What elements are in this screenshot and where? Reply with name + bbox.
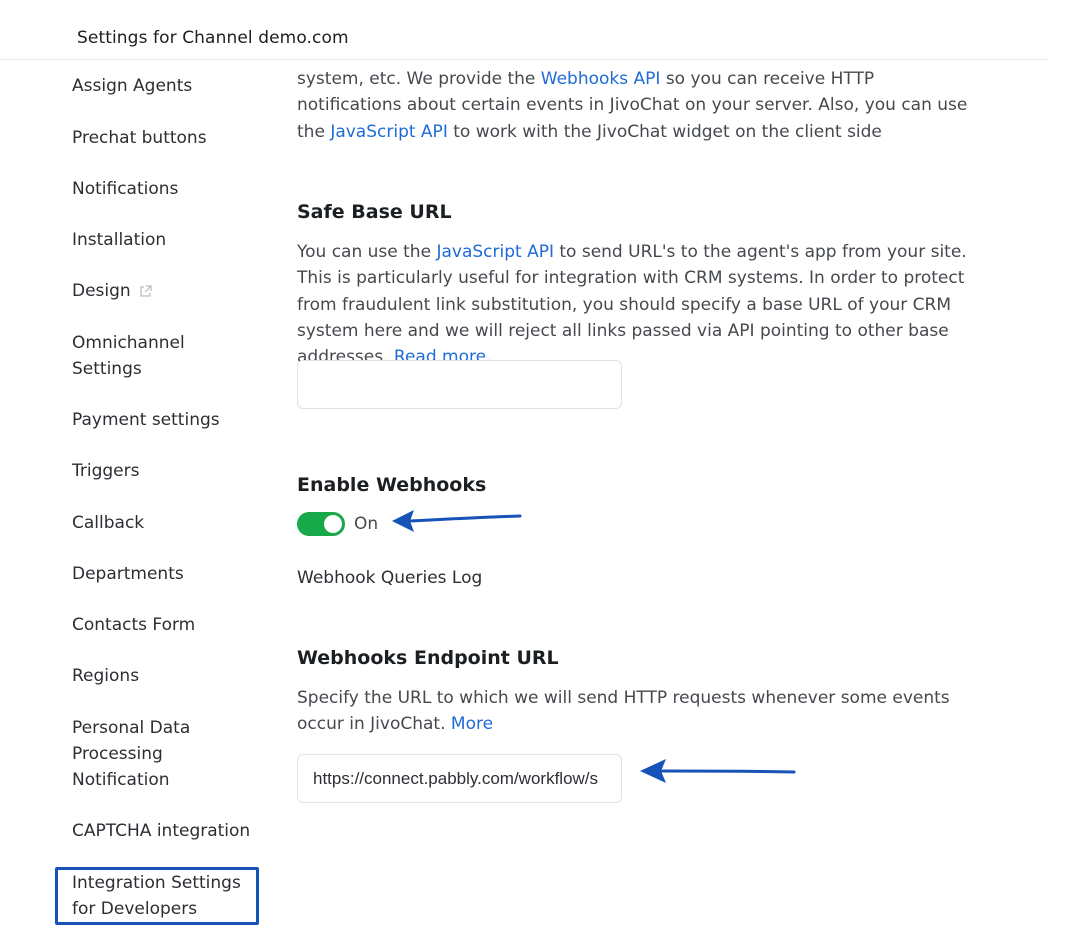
active-item-highlight [55, 867, 259, 925]
enable-webhooks-toggle[interactable] [297, 512, 345, 536]
sidebar-item-departments[interactable]: Departments [72, 561, 252, 587]
enable-webhooks-title: Enable Webhooks [297, 474, 487, 496]
more-link[interactable]: More [451, 714, 493, 734]
webhook-queries-log-link[interactable]: Webhook Queries Log [297, 566, 482, 590]
toggle-knob [324, 515, 342, 533]
sidebar-item-callback[interactable]: Callback [72, 510, 252, 536]
safe-base-url-description: You can use the JavaScript API to send U… [297, 239, 967, 370]
sidebar-item-contacts-form[interactable]: Contacts Form [72, 612, 252, 638]
webhooks-endpoint-url-input[interactable] [297, 754, 622, 803]
sidebar-item-prechat-buttons[interactable]: Prechat buttons [72, 125, 252, 151]
sidebar-item-captcha-integration[interactable]: CAPTCHA integration [72, 818, 252, 844]
javascript-api-link[interactable]: JavaScript API [436, 242, 554, 262]
javascript-api-link[interactable]: JavaScript API [330, 122, 448, 142]
sidebar-item-regions[interactable]: Regions [72, 663, 252, 689]
intro-paragraph: system, etc. We provide the Webhooks API… [297, 66, 977, 145]
sidebar-item-triggers[interactable]: Triggers [72, 458, 252, 484]
intro-text: system, etc. We provide the [297, 69, 541, 89]
settings-sidebar: Assign Agents Prechat buttons Notificati… [0, 60, 270, 930]
sidebar-item-design[interactable]: Design [72, 278, 252, 306]
sidebar-item-installation[interactable]: Installation [72, 227, 252, 253]
sidebar-item-omnichannel-settings[interactable]: Omnichannel Settings [72, 330, 212, 382]
sidebar-item-personal-data-processing-notification[interactable]: Personal Data Processing Notification [72, 715, 202, 793]
webhooks-endpoint-description: Specify the URL to which we will send HT… [297, 685, 967, 738]
page-header: Settings for Channel demo.com [0, 0, 1048, 60]
webhooks-endpoint-title: Webhooks Endpoint URL [297, 647, 559, 669]
external-link-icon [139, 280, 152, 306]
annotation-arrow-icon [392, 510, 522, 532]
sidebar-item-assign-agents[interactable]: Assign Agents [72, 73, 252, 99]
settings-page: Settings for Channel demo.com Assign Age… [0, 0, 1069, 930]
webhooks-api-link[interactable]: Webhooks API [541, 69, 661, 89]
description-text: You can use the [297, 242, 437, 262]
safe-base-url-input[interactable] [297, 360, 622, 409]
safe-base-url-title: Safe Base URL [297, 201, 452, 223]
annotation-arrow-icon [640, 759, 796, 783]
intro-text: to work with the JivoChat widget on the … [447, 121, 882, 142]
toggle-state-label: On [354, 514, 379, 534]
sidebar-item-notifications[interactable]: Notifications [72, 176, 252, 202]
page-title: Settings for Channel demo.com [77, 28, 349, 48]
sidebar-item-payment-settings[interactable]: Payment settings [72, 407, 252, 433]
sidebar-item-label: Design [72, 281, 131, 301]
description-text: Specify the URL to which we will send HT… [297, 688, 950, 735]
